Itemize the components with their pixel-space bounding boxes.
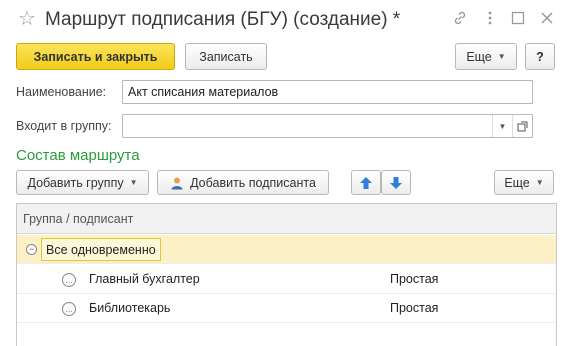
- dropdown-arrow-icon: ▼: [129, 178, 138, 187]
- table-row-group[interactable]: − Все одновременно: [17, 235, 556, 264]
- table-row[interactable]: … Главный бухгалтер Простая: [17, 265, 556, 294]
- dropdown-arrow-icon: ▼: [497, 52, 506, 61]
- name-field-value: Акт списания материалов: [128, 85, 279, 99]
- move-up-button[interactable]: [351, 170, 381, 195]
- dropdown-arrow-icon: ▼: [535, 178, 544, 187]
- add-signer-button[interactable]: Добавить подписанта: [157, 170, 329, 195]
- dropdown-arrow-icon[interactable]: ▼: [492, 115, 512, 137]
- signer-type: Простая: [390, 301, 439, 315]
- add-signer-button-label: Добавить подписанта: [190, 175, 316, 190]
- route-table[interactable]: Группа / подписант − Все одновременно … …: [16, 203, 557, 346]
- collapse-icon[interactable]: −: [26, 244, 37, 255]
- maximize-icon[interactable]: [509, 9, 527, 27]
- person-icon: [171, 177, 183, 189]
- arrow-down-icon: [390, 176, 402, 189]
- signer-icon: …: [62, 273, 76, 287]
- name-field[interactable]: Акт списания материалов: [122, 80, 533, 104]
- signer-icon: …: [62, 302, 76, 316]
- route-more-button-label: Еще: [504, 175, 530, 190]
- arrow-up-icon: [360, 176, 372, 189]
- group-field[interactable]: ▼: [122, 114, 533, 138]
- signer-name: Главный бухгалтер: [89, 272, 200, 286]
- more-button-label: Еще: [466, 49, 492, 64]
- add-group-button[interactable]: Добавить группу ▼: [16, 170, 149, 195]
- move-down-button[interactable]: [381, 170, 411, 195]
- open-icon[interactable]: [512, 115, 532, 137]
- column-header-group-signer[interactable]: Группа / подписант: [17, 204, 556, 234]
- favorite-star-icon[interactable]: ☆: [18, 9, 36, 29]
- group-row-label: Все одновременно: [41, 238, 161, 261]
- route-section-title: Состав маршрута: [16, 147, 140, 164]
- group-label: Входит в группу:: [16, 119, 112, 133]
- add-group-button-label: Добавить группу: [27, 175, 124, 190]
- name-label: Наименование:: [16, 85, 107, 99]
- save-button[interactable]: Записать: [185, 43, 267, 70]
- save-and-close-button[interactable]: Записать и закрыть: [16, 43, 175, 70]
- link-icon[interactable]: [451, 9, 469, 27]
- window-title: Маршрут подписания (БГУ) (создание) *: [45, 9, 401, 30]
- signer-type: Простая: [390, 272, 439, 286]
- route-more-button[interactable]: Еще ▼: [494, 170, 554, 195]
- signer-name: Библиотекарь: [89, 301, 171, 315]
- more-icon[interactable]: [481, 9, 499, 27]
- table-row[interactable]: … Библиотекарь Простая: [17, 294, 556, 323]
- close-icon[interactable]: [538, 9, 556, 27]
- more-button[interactable]: Еще ▼: [455, 43, 517, 70]
- help-button[interactable]: ?: [525, 43, 555, 70]
